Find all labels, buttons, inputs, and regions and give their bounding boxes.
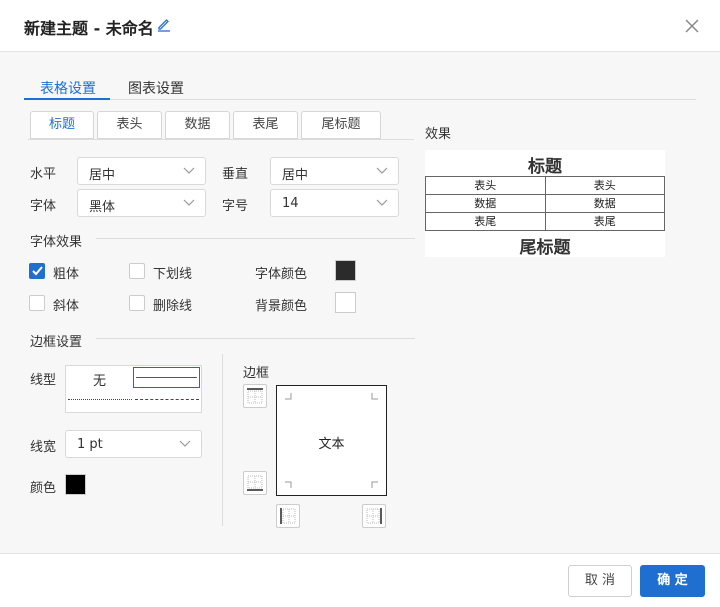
bg-color-label: 背景颜色 bbox=[255, 299, 308, 314]
line-type-none[interactable]: 无 bbox=[93, 370, 106, 389]
subtab-data[interactable]: 数据 bbox=[165, 111, 230, 139]
border-left-button[interactable] bbox=[276, 504, 300, 528]
table-cell: 数据 bbox=[544, 194, 665, 213]
strikethrough-label: 删除线 bbox=[153, 299, 193, 314]
bg-color-swatch[interactable] bbox=[335, 292, 356, 313]
close-icon[interactable] bbox=[682, 16, 702, 36]
preview-title: 效果 bbox=[425, 127, 452, 142]
section-divider bbox=[96, 238, 415, 239]
vertical-label: 垂直 bbox=[222, 167, 249, 182]
line-type-dashed-option[interactable] bbox=[135, 399, 199, 400]
font-size-value: 14 bbox=[282, 196, 299, 211]
italic-label: 斜体 bbox=[53, 299, 80, 314]
font-family-select[interactable]: 黑体 bbox=[77, 189, 206, 217]
font-effects-title: 字体效果 bbox=[30, 235, 83, 250]
chevron-down-icon bbox=[376, 199, 388, 206]
solid-line-sample bbox=[136, 377, 197, 378]
dialog-header: 新建主题 - 未命名 bbox=[0, 0, 720, 52]
cancel-button[interactable]: 取 消 bbox=[568, 565, 632, 597]
table-cell: 表头 bbox=[425, 176, 546, 195]
line-width-label: 线宽 bbox=[30, 440, 57, 455]
border-color-swatch[interactable] bbox=[65, 474, 86, 495]
line-type-dotted-option[interactable] bbox=[68, 399, 132, 400]
line-type-solid-option[interactable] bbox=[133, 367, 200, 388]
table-cell: 表尾 bbox=[425, 212, 546, 231]
vertical-align-value: 居中 bbox=[282, 168, 309, 183]
border-settings-title: 边框设置 bbox=[30, 335, 83, 350]
table-row: 表尾 表尾 bbox=[425, 212, 665, 231]
line-type-picker: 无 bbox=[65, 365, 202, 413]
tab-chart-settings[interactable]: 图表设置 bbox=[128, 78, 184, 98]
bold-checkbox[interactable] bbox=[29, 263, 45, 279]
border-left-icon bbox=[280, 508, 296, 524]
dialog-footer: 取 消 确 定 bbox=[0, 553, 720, 607]
top-tabs: 表格设置 图表设置 bbox=[24, 72, 696, 100]
line-type-label: 线型 bbox=[30, 373, 57, 388]
chevron-down-icon bbox=[183, 167, 195, 174]
border-bottom-icon bbox=[247, 475, 263, 491]
border-top-icon bbox=[247, 388, 263, 404]
horizontal-align-select[interactable]: 居中 bbox=[77, 157, 206, 185]
table-cell: 数据 bbox=[425, 194, 546, 213]
table-row: 表头 表头 bbox=[425, 176, 665, 195]
chevron-down-icon bbox=[376, 167, 388, 174]
border-right-button[interactable] bbox=[362, 504, 386, 528]
preview-footer-title: 尾标题 bbox=[519, 238, 571, 258]
dialog-title: 新建主题 - 未命名 bbox=[24, 19, 154, 38]
font-size-label: 字号 bbox=[222, 199, 249, 214]
sub-tabs: 标题 表头 数据 表尾 尾标题 bbox=[28, 111, 414, 140]
preview-table: 表头 表头 数据 数据 表尾 表尾 bbox=[425, 176, 665, 231]
vertical-align-select[interactable]: 居中 bbox=[270, 157, 399, 185]
font-color-swatch[interactable] bbox=[335, 260, 356, 281]
preview-table-title: 标题 bbox=[528, 157, 562, 177]
border-bottom-button[interactable] bbox=[243, 471, 267, 495]
border-right-icon bbox=[366, 508, 382, 524]
ok-button[interactable]: 确 定 bbox=[640, 565, 705, 597]
table-row: 数据 数据 bbox=[425, 194, 665, 213]
border-top-button[interactable] bbox=[243, 384, 267, 408]
horizontal-label: 水平 bbox=[30, 167, 57, 182]
font-size-select[interactable]: 14 bbox=[270, 189, 399, 217]
bold-label: 粗体 bbox=[53, 267, 80, 282]
tab-table-settings[interactable]: 表格设置 bbox=[40, 78, 96, 98]
line-width-select[interactable]: 1 pt bbox=[65, 430, 202, 458]
pencil-icon[interactable] bbox=[156, 16, 172, 32]
underline-label: 下划线 bbox=[153, 267, 193, 282]
font-family-label: 字体 bbox=[30, 199, 57, 214]
border-preview-box[interactable]: 文本 bbox=[276, 385, 387, 496]
chevron-down-icon bbox=[183, 199, 195, 206]
preview-panel: 标题 表头 表头 数据 数据 表尾 表尾 尾标题 bbox=[425, 150, 665, 258]
table-cell: 表尾 bbox=[544, 212, 665, 231]
check-icon bbox=[32, 266, 43, 276]
active-tab-indicator bbox=[24, 98, 110, 100]
line-width-value: 1 pt bbox=[77, 437, 103, 452]
chevron-down-icon bbox=[179, 440, 191, 447]
border-box-text: 文本 bbox=[318, 437, 345, 452]
subtab-title[interactable]: 标题 bbox=[30, 111, 94, 139]
section-divider bbox=[96, 338, 415, 339]
subtab-footer-title[interactable]: 尾标题 bbox=[301, 111, 381, 139]
table-cell: 表头 bbox=[544, 176, 665, 195]
italic-checkbox[interactable] bbox=[29, 295, 45, 311]
font-color-label: 字体颜色 bbox=[255, 267, 308, 282]
font-family-value: 黑体 bbox=[89, 200, 116, 215]
subtab-footer[interactable]: 表尾 bbox=[233, 111, 298, 139]
new-theme-dialog: 新建主题 - 未命名 表格设置 图表设置 标题 表头 数据 表尾 尾标题 水平 … bbox=[0, 0, 720, 607]
subtab-header[interactable]: 表头 bbox=[97, 111, 162, 139]
border-label: 边框 bbox=[243, 366, 270, 381]
border-color-label: 颜色 bbox=[30, 481, 57, 496]
underline-checkbox[interactable] bbox=[129, 263, 145, 279]
horizontal-align-value: 居中 bbox=[89, 168, 116, 183]
vertical-divider bbox=[222, 354, 223, 526]
strikethrough-checkbox[interactable] bbox=[129, 295, 145, 311]
